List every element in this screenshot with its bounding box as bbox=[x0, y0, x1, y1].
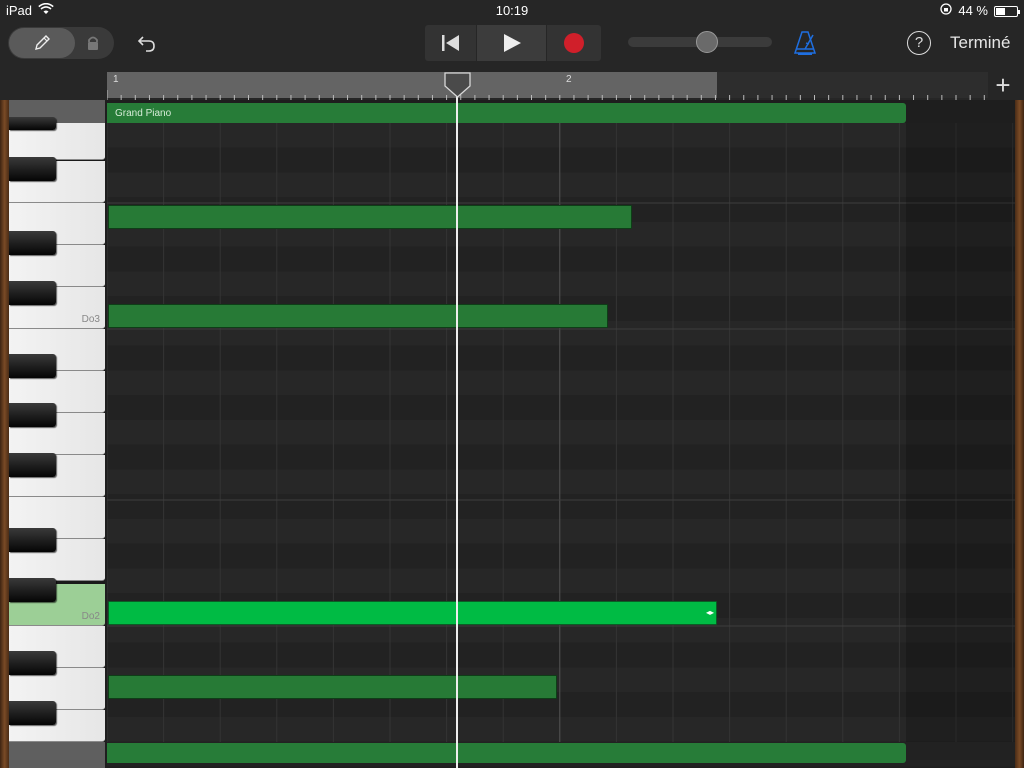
rewind-button[interactable] bbox=[425, 25, 477, 61]
clock: 10:19 bbox=[495, 3, 529, 18]
piano-black-key[interactable] bbox=[9, 157, 56, 181]
transport-controls bbox=[425, 25, 601, 61]
midi-note-selected[interactable]: ◂▸ bbox=[108, 601, 717, 625]
piano-black-key[interactable] bbox=[9, 651, 56, 675]
key-label-do2: Do2 bbox=[81, 611, 100, 622]
midi-note[interactable] bbox=[108, 205, 632, 229]
volume-slider[interactable] bbox=[628, 31, 772, 53]
piano-black-key[interactable] bbox=[9, 701, 56, 725]
piano-black-key[interactable] bbox=[9, 117, 56, 130]
add-icon[interactable]: + bbox=[988, 72, 1018, 98]
region-name: Grand Piano bbox=[115, 108, 172, 119]
garageband-piano-roll: iPad 10:19 44 % ? Terminé 1 2 + Do3 Do2 … bbox=[0, 0, 1024, 768]
resize-handle-icon[interactable]: ◂▸ bbox=[706, 608, 714, 617]
pencil-icon[interactable] bbox=[9, 28, 75, 58]
ruler-marker-1: 1 bbox=[113, 74, 119, 85]
piano-roll-grid[interactable]: Grand Piano ◂▸ bbox=[107, 100, 1015, 768]
done-button[interactable]: Terminé bbox=[950, 33, 1010, 53]
piano-black-key[interactable] bbox=[9, 528, 56, 552]
edit-mode-toggle[interactable] bbox=[8, 27, 114, 59]
help-button[interactable]: ? bbox=[907, 31, 931, 55]
piano-black-key[interactable] bbox=[9, 403, 56, 427]
battery-percent: 44 % bbox=[958, 3, 988, 18]
key-label-do3: Do3 bbox=[81, 314, 100, 325]
piano-black-key[interactable] bbox=[9, 578, 56, 602]
battery-fill bbox=[996, 7, 1005, 15]
ruler-marker-2: 2 bbox=[566, 74, 572, 85]
undo-icon[interactable] bbox=[134, 31, 158, 55]
lock-icon[interactable] bbox=[84, 34, 102, 52]
keyboard-bottom-cap bbox=[9, 742, 105, 768]
piano-black-key[interactable] bbox=[9, 354, 56, 378]
wood-side-right bbox=[1015, 100, 1024, 768]
play-icon bbox=[503, 34, 521, 52]
playhead-icon[interactable] bbox=[444, 72, 471, 98]
rewind-icon bbox=[441, 35, 459, 51]
record-icon bbox=[564, 33, 584, 53]
volume-slider-knob[interactable] bbox=[696, 31, 718, 53]
wood-side-left bbox=[0, 100, 9, 768]
midi-note[interactable] bbox=[108, 675, 557, 699]
playhead-line[interactable] bbox=[456, 96, 458, 768]
piano-black-key[interactable] bbox=[9, 281, 56, 305]
metronome-icon[interactable] bbox=[793, 30, 818, 56]
region-footer[interactable] bbox=[107, 743, 906, 763]
midi-note[interactable] bbox=[108, 304, 608, 328]
piano-keyboard[interactable]: Do3 Do2 bbox=[9, 100, 105, 768]
ruler-ticks bbox=[107, 90, 985, 100]
grid-lines bbox=[107, 123, 1015, 767]
grid-out-of-region bbox=[906, 123, 1015, 742]
play-button[interactable] bbox=[477, 25, 547, 61]
status-bar: iPad 10:19 44 % bbox=[0, 0, 1024, 22]
region-header[interactable]: Grand Piano bbox=[107, 103, 906, 123]
piano-black-key[interactable] bbox=[9, 231, 56, 255]
rotation-lock-icon bbox=[940, 3, 953, 18]
battery-icon bbox=[994, 5, 1020, 17]
piano-black-key[interactable] bbox=[9, 453, 56, 477]
toolbar: ? Terminé bbox=[0, 22, 1024, 70]
record-button[interactable] bbox=[547, 25, 601, 61]
